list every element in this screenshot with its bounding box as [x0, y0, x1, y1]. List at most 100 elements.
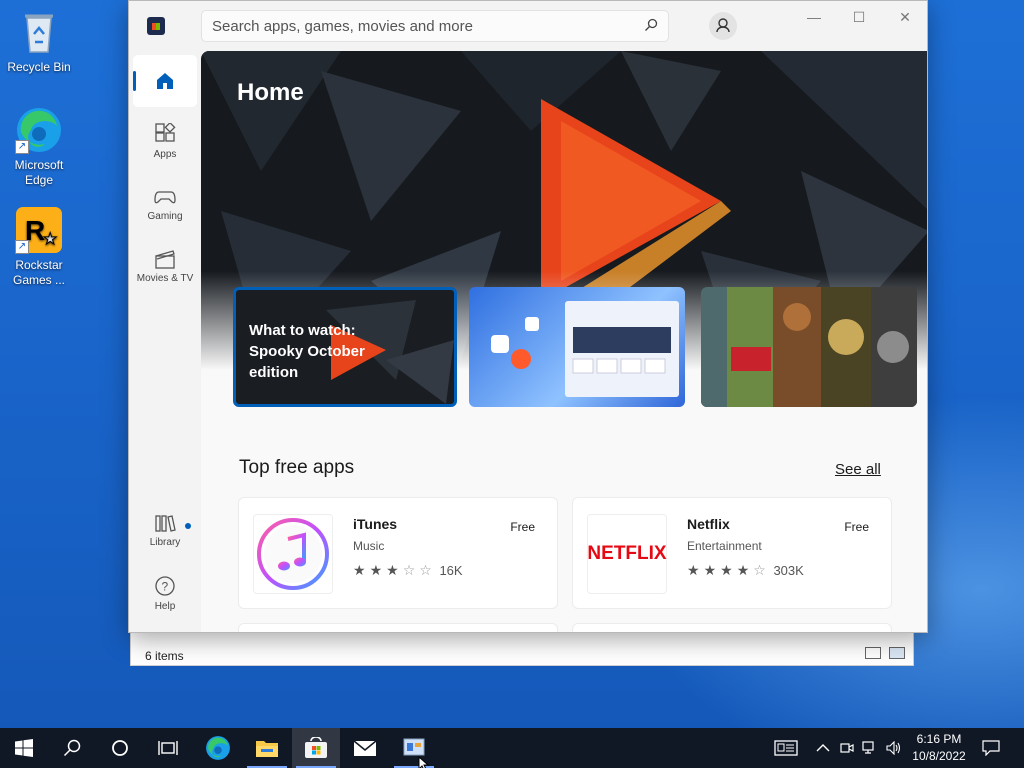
sidebar-item-library[interactable]: Library [133, 513, 197, 548]
mouse-cursor-icon [418, 756, 430, 768]
sidebar-item-movies-tv[interactable]: Movies & TV [133, 249, 197, 284]
edge-icon: ↗ [15, 106, 63, 154]
cortana-icon [112, 740, 128, 756]
minimize-button[interactable]: — [799, 9, 829, 29]
tray-volume[interactable] [886, 728, 902, 768]
sidebar-item-label: Apps [153, 149, 177, 160]
store-icon [305, 737, 327, 758]
app-category: Entertainment [687, 539, 762, 553]
star-empty-icon: ☆ [402, 562, 416, 578]
task-view-button[interactable] [144, 728, 192, 768]
title-bar[interactable]: Search apps, games, movies and more — ☐ … [129, 1, 927, 51]
home-icon [157, 73, 173, 89]
speaker-icon [886, 741, 901, 755]
itunes-icon [253, 514, 333, 594]
large-icons-view-icon[interactable] [889, 647, 905, 659]
tray-news-button[interactable] [774, 728, 798, 768]
tray-network[interactable] [862, 728, 878, 768]
app-card-netflix[interactable]: NETFLIX Netflix Entertainment Free ★ ★ ★ ★ ☆… [572, 497, 892, 609]
start-button[interactable] [0, 728, 48, 768]
star-filled-icon: ★ [386, 562, 399, 578]
svg-text:?: ? [162, 580, 169, 594]
sidebar-item-apps[interactable]: Apps [133, 123, 197, 160]
search-icon [63, 739, 81, 757]
star-filled-icon: ★ [687, 562, 700, 578]
netflix-icon: NETFLIX [587, 514, 667, 594]
explorer-status-text: 6 items [145, 649, 184, 663]
taskbar-file-explorer[interactable] [243, 728, 291, 768]
review-count: 16K [439, 563, 463, 578]
clock[interactable]: 6:16 PM 10/8/2022 [908, 731, 970, 765]
clapperboard-icon [155, 250, 175, 269]
netflix-logo-text: NETFLIX [587, 543, 667, 564]
sidebar: Apps Gaming Movies & TV Library ? Help [129, 51, 201, 632]
app-card-peek[interactable] [572, 623, 892, 632]
gamepad-icon [154, 191, 176, 204]
desktop-icon-rockstar[interactable]: R ★ ↗ Rockstar Games ... [4, 206, 74, 288]
main-content: Home What to watch: Spooky October editi… [201, 51, 927, 632]
taskbar-app-control-panel[interactable] [390, 728, 438, 768]
desktop-icon-edge[interactable]: ↗ Microsoft Edge [4, 106, 74, 188]
search-placeholder: Search apps, games, movies and more [212, 18, 473, 35]
review-count: 303K [773, 563, 804, 578]
shortcut-arrow-icon: ↗ [15, 140, 29, 154]
star-filled-icon: ★ [736, 562, 750, 578]
app-name: iTunes [353, 516, 398, 532]
edge-icon [206, 736, 230, 760]
mail-icon [353, 740, 377, 756]
sidebar-item-label: Help [154, 601, 176, 612]
search-input[interactable]: Search apps, games, movies and more [201, 10, 669, 42]
person-icon [716, 18, 730, 33]
taskbar-microsoft-store[interactable] [292, 728, 340, 768]
windows-logo-icon [15, 739, 33, 757]
clock-time: 6:16 PM [916, 732, 962, 746]
details-view-icon[interactable] [865, 647, 881, 659]
task-view-icon [158, 741, 178, 755]
maximize-button[interactable]: ☐ [844, 9, 874, 29]
taskbar-edge[interactable] [194, 728, 242, 768]
account-button[interactable] [709, 12, 737, 40]
card-thumbnail [491, 301, 679, 397]
store-logo-icon [147, 17, 165, 35]
notification-icon [982, 740, 1000, 756]
star-filled-icon: ★ [369, 562, 383, 578]
app-card-peek[interactable] [238, 623, 558, 632]
clock-date: 10/8/2022 [912, 749, 966, 763]
sidebar-item-label: Movies & TV [136, 273, 194, 284]
news-icon [774, 740, 798, 756]
folder-icon [256, 741, 278, 757]
sidebar-item-gaming[interactable]: Gaming [133, 187, 197, 222]
app-card-itunes[interactable]: iTunes Music Free ★ ★ ★ ☆ ☆ 16K [238, 497, 558, 609]
card-caption: What to watch: Spooky October edition [249, 322, 365, 381]
star-filled-icon: ★ [353, 562, 366, 578]
close-button[interactable]: ✕ [890, 9, 920, 29]
network-icon [862, 741, 874, 754]
sidebar-item-home[interactable] [133, 55, 197, 107]
cortana-button[interactable] [96, 728, 144, 768]
help-icon: ? [155, 576, 175, 596]
search-button[interactable] [48, 728, 96, 768]
desktop-icon-recycle-bin[interactable]: Recycle Bin [4, 8, 74, 75]
sidebar-item-help[interactable]: ? Help [133, 575, 197, 612]
desktop-icon-label: Recycle Bin [7, 60, 71, 74]
section-title-top-free-apps: Top free apps [239, 457, 355, 478]
tray-meet-now[interactable] [840, 728, 854, 768]
hero-card-games[interactable] [701, 287, 917, 407]
update-badge-dot [185, 523, 191, 529]
hero-card-windows-apps[interactable] [469, 287, 685, 407]
hero-card-what-to-watch[interactable]: What to watch: Spooky October edition [233, 287, 457, 407]
tray-overflow-button[interactable] [816, 728, 830, 768]
recycle-bin-icon [15, 8, 63, 56]
action-center-button[interactable] [982, 728, 1000, 768]
see-all-link[interactable]: See all [835, 461, 881, 478]
search-icon[interactable] [644, 18, 658, 32]
rockstar-icon: R ★ ↗ [15, 206, 63, 254]
apps-icon [155, 123, 176, 142]
microsoft-store-window: Search apps, games, movies and more — ☐ … [128, 0, 928, 633]
taskbar-mail[interactable] [341, 728, 389, 768]
page-title: Home [237, 79, 304, 106]
shortcut-arrow-icon: ↗ [15, 240, 29, 254]
sidebar-item-label: Library [149, 537, 181, 548]
chevron-up-icon [816, 744, 830, 752]
star-empty-icon: ☆ [419, 562, 432, 578]
